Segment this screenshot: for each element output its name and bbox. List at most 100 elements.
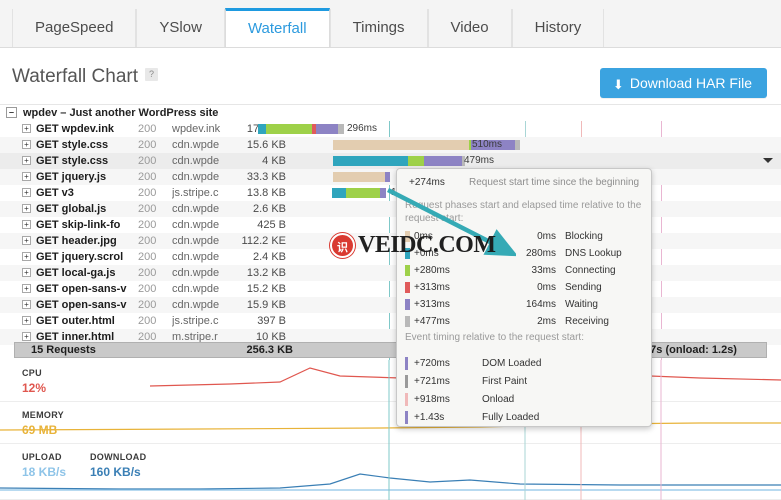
tooltip-phase-row: +280ms 33ms Connecting [397,263,651,278]
table-row[interactable]: + GET style.css 200 cdn.wpde 4 KB 479ms [0,153,781,169]
expand-icon[interactable]: + [22,284,31,293]
download-har-button[interactable]: ⬇ Download HAR File [599,68,767,98]
phase-duration: 33ms [531,265,556,276]
waterfall-bar-segment[interactable] [333,140,469,150]
expand-icon[interactable]: + [22,332,31,341]
request-domain: cdn.wpde [172,219,220,231]
metric-band-0: CPU 12% [0,360,781,402]
request-domain: js.stripe.c [172,315,219,327]
expand-icon[interactable]: + [22,204,31,213]
request-size: 397 B [257,315,286,327]
phase-color-swatch [405,231,410,242]
request-domain: cdn.wpde [172,283,220,295]
request-name: GET outer.html [36,315,115,327]
tab-timings[interactable]: Timings [329,9,428,47]
metric-label: MEMORY [22,410,64,420]
phase-name: Waiting [565,299,598,310]
request-size: 13.8 KB [246,187,286,199]
expand-icon[interactable]: + [22,300,31,309]
request-domain: cdn.wpde [172,299,220,311]
expand-icon[interactable]: + [22,172,31,181]
phase-duration: 0ms [537,282,556,293]
table-row[interactable]: + GET local-ga.js 200 cdn.wpde 13.2 KB [0,265,781,281]
request-domain: cdn.wpde [172,251,220,263]
request-name: GET wpdev.ink [36,123,115,135]
tab-history[interactable]: History [511,9,605,47]
request-size: 33.3 KB [246,171,286,183]
phase-color-swatch [405,299,410,310]
request-name: GET v3 [36,187,74,199]
table-row[interactable]: + GET header.jpg 200 cdn.wpde 112.2 KE [0,233,781,249]
request-size: 13.2 KB [246,267,286,279]
table-row[interactable]: + GET open-sans-v 200 cdn.wpde 15.9 KB [0,297,781,313]
phase-name: DNS Lookup [565,248,622,259]
waterfall-bar-segment[interactable] [385,172,390,182]
waterfall-bar-segment[interactable] [333,172,385,182]
expand-icon[interactable]: + [22,236,31,245]
event-name: DOM Loaded [482,358,542,369]
request-name: GET jquery.js [36,171,107,183]
tooltip-event-row: +720ms DOM Loaded [397,355,651,372]
request-domain: cdn.wpde [172,235,220,247]
summary-total-time: 1.7s (onload: 1.2s) [641,344,737,356]
table-row[interactable]: + GET jquery.scrol 200 cdn.wpde 2.4 KB [0,249,781,265]
table-row[interactable]: + GET open-sans-v 200 cdn.wpde 15.2 KB [0,281,781,297]
tooltip-start-row: +274ms Request start time since the begi… [397,177,651,191]
table-row[interactable]: + GET v3 200 js.stripe.c 13.8 KB 1 [0,185,781,201]
request-name: GET skip-link-fo [36,219,121,231]
waterfall-group-header[interactable]: – wpdev – Just another WordPress site [0,105,781,121]
expand-icon[interactable]: + [22,140,31,149]
request-name: GET style.css [36,139,109,151]
expand-icon[interactable]: + [22,124,31,133]
waterfall-bar-segment[interactable] [338,124,344,134]
table-row[interactable]: + GET outer.html 200 js.stripe.c 397 B [0,313,781,329]
request-size: 15.9 KB [246,299,286,311]
expand-icon[interactable]: + [22,156,31,165]
waterfall-bar-segment[interactable] [258,124,266,134]
tooltip-start-desc: Request start time since the beginning [469,177,640,188]
chevron-down-icon[interactable] [763,158,773,163]
summary-row: 15 Requests 256.3 KB 1.7s (onload: 1.2s) [14,342,767,358]
waterfall-bar-segment[interactable] [316,124,338,134]
request-status: 200 [138,123,157,135]
collapse-icon[interactable]: – [6,107,17,118]
tab-pagespeed[interactable]: PageSpeed [12,9,137,47]
phase-start: +0ms [414,248,439,259]
tab-video[interactable]: Video [427,9,512,47]
expand-icon[interactable]: + [22,188,31,197]
waterfall-bar-segment[interactable] [424,156,462,166]
event-start: +918ms [414,394,450,405]
table-row[interactable]: +GET wpdev.ink200wpdev.ink17.2 KB296ms [0,121,781,137]
waterfall-bar-segment[interactable] [380,188,386,198]
table-row[interactable]: + GET style.css 200 cdn.wpde 15.6 KB 510ms [0,137,781,153]
phase-name: Receiving [565,316,609,327]
waterfall-bar-segment[interactable] [332,188,346,198]
waterfall-bar-segment[interactable] [515,140,520,150]
phase-name: Sending [565,282,602,293]
expand-icon[interactable]: + [22,268,31,277]
request-status: 200 [138,155,157,167]
expand-icon[interactable]: + [22,316,31,325]
tab-yslow[interactable]: YSlow [136,9,225,47]
waterfall-bar-segment[interactable] [346,188,380,198]
expand-icon[interactable]: + [22,220,31,229]
table-row[interactable]: + GET jquery.js 200 cdn.wpde 33.3 KB [0,169,781,185]
waterfall-bar-segment[interactable] [266,124,312,134]
event-color-swatch [405,357,408,370]
table-row[interactable]: + GET global.js 200 cdn.wpde 2.6 KB [0,201,781,217]
request-domain: wpdev.ink [172,123,221,135]
waterfall-bar-segment[interactable] [408,156,424,166]
waterfall-bar-segment[interactable] [333,156,408,166]
event-color-swatch [405,393,408,406]
tab-waterfall[interactable]: Waterfall [224,8,330,47]
table-row[interactable]: + GET skip-link-fo 200 cdn.wpde 425 B [0,217,781,233]
request-name: GET header.jpg [36,235,117,247]
phase-color-swatch [405,316,410,327]
expand-icon[interactable]: + [22,252,31,261]
request-domain: cdn.wpde [172,267,220,279]
waterfall-rows: +GET wpdev.ink200wpdev.ink17.2 KB296ms+G… [0,121,781,345]
request-name: GET style.css [36,155,109,167]
tooltip-phase-row: +313ms 164ms Waiting [397,297,651,312]
help-icon[interactable]: ? [145,68,158,82]
metric-sparkline [0,402,781,444]
